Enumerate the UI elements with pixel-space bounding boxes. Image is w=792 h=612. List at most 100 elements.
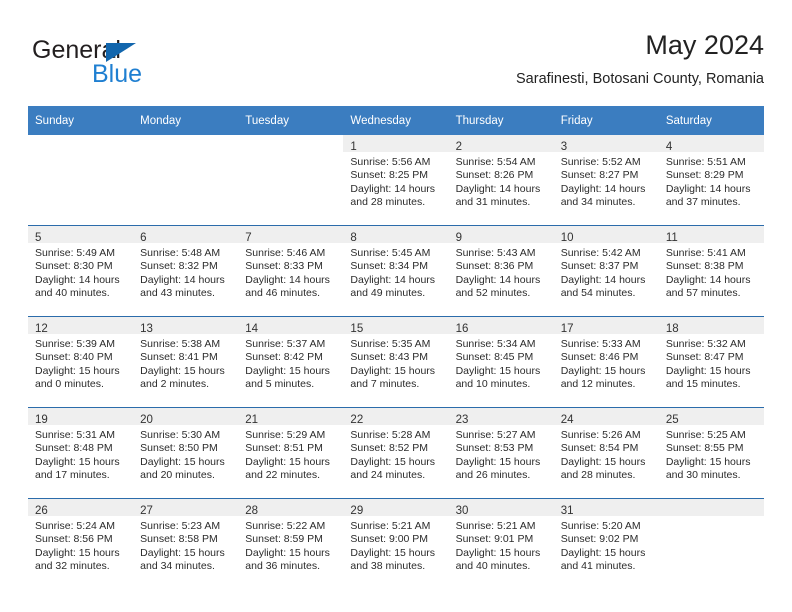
day-number-band — [238, 135, 343, 152]
sunrise-time: Sunrise: 5:34 AM — [455, 338, 536, 350]
day-details: Sunrise: 5:38 AM Sunset: 8:41 PM Daylight:… — [133, 334, 238, 392]
calendar-day-cell[interactable]: 22 Sunrise: 5:28 AM Sunset: 8:52 PM Dayligh… — [343, 407, 449, 499]
daylight-line-1: Daylight: 14 hours — [560, 273, 646, 286]
calendar-day-cell[interactable]: 14 Sunrise: 5:37 AM Sunset: 8:42 PM Dayligh… — [238, 316, 344, 408]
daylight-line-1: Daylight: 15 hours — [455, 455, 541, 468]
day-number-band: 21 — [238, 408, 344, 426]
calendar-day-cell[interactable]: 5 Sunrise: 5:49 AM Sunset: 8:30 PM Daylight… — [28, 225, 134, 317]
calendar-day-cell[interactable]: 11 Sunrise: 5:41 AM Sunset: 8:38 PM Dayligh… — [658, 225, 764, 317]
day-number-band: 3 — [553, 135, 659, 153]
sunrise-time: Sunrise: 5:31 AM — [35, 429, 115, 441]
calendar-table: Sunday Monday Tuesday Wednesday Thursday Frid… — [28, 106, 764, 589]
day-details: Sunrise: 5:54 AM Sunset: 8:26 PM Daylight:… — [449, 152, 554, 210]
calendar-day-cell[interactable]: 13 Sunrise: 5:38 AM Sunset: 8:41 PM Dayligh… — [133, 316, 239, 408]
calendar-day-cell[interactable]: 30 Sunrise: 5:21 AM Sunset: 9:01 PM Dayligh… — [448, 498, 554, 589]
daylight-line-1: Daylight: 15 hours — [140, 364, 225, 377]
calendar-day-cell[interactable]: 25 Sunrise: 5:25 AM Sunset: 8:55 PM Dayligh… — [658, 407, 764, 499]
sunset-time: Sunset: 8:59 PM — [245, 533, 323, 546]
daylight-line-1: Daylight: 14 hours — [455, 273, 541, 286]
day-number-band: 28 — [238, 499, 344, 517]
day-number-band: 11 — [658, 226, 764, 244]
calendar-day-cell[interactable]: 18 Sunrise: 5:32 AM Sunset: 8:47 PM Dayligh… — [658, 316, 764, 408]
calendar-week-row: 1 Sunrise: 5:56 AM Sunset: 8:25 PM Daylight… — [28, 135, 764, 226]
daylight-line-1: Daylight: 15 hours — [35, 546, 120, 559]
daylight-line-2: and 54 minutes. — [560, 287, 636, 300]
sunrise-time: Sunrise: 5:26 AM — [560, 429, 641, 441]
daylight-line-2: and 41 minutes. — [560, 560, 636, 573]
calendar-day-cell[interactable]: 15 Sunrise: 5:35 AM Sunset: 8:43 PM Dayligh… — [343, 316, 449, 408]
sunset-time: Sunset: 8:51 PM — [245, 442, 323, 455]
daylight-line-2: and 17 minutes. — [35, 469, 110, 482]
daylight-line-1: Daylight: 14 hours — [350, 273, 436, 286]
sunrise-time: Sunrise: 5:52 AM — [560, 156, 641, 168]
calendar-day-cell[interactable]: 21 Sunrise: 5:29 AM Sunset: 8:51 PM Dayligh… — [238, 407, 344, 499]
day-number-band: 6 — [133, 226, 239, 244]
logo-text-blue: Blue — [92, 60, 143, 88]
day-number: 23 — [455, 414, 469, 426]
calendar-day-cell[interactable]: 12 Sunrise: 5:39 AM Sunset: 8:40 PM Dayligh… — [28, 316, 134, 408]
day-details: Sunrise: 5:37 AM Sunset: 8:42 PM Daylight:… — [238, 334, 343, 392]
sunset-time: Sunset: 8:41 PM — [140, 351, 218, 364]
calendar-day-cell[interactable]: 8 Sunrise: 5:45 AM Sunset: 8:34 PM Daylight… — [343, 225, 449, 317]
calendar-day-cell[interactable]: 16 Sunrise: 5:34 AM Sunset: 8:45 PM Dayligh… — [448, 316, 554, 408]
day-details: Sunrise: 5:45 AM Sunset: 8:34 PM Daylight:… — [343, 243, 448, 301]
daylight-line-1: Daylight: 15 hours — [245, 455, 330, 468]
calendar-day-cell[interactable]: 4 Sunrise: 5:51 AM Sunset: 8:29 PM Daylight… — [658, 135, 764, 226]
calendar-day-cell[interactable]: 6 Sunrise: 5:48 AM Sunset: 8:32 PM Daylight… — [133, 225, 239, 317]
day-number-band: 8 — [343, 226, 449, 244]
calendar-day-cell[interactable]: 31 Sunrise: 5:20 AM Sunset: 9:02 PM Dayligh… — [553, 498, 659, 589]
calendar-day-cell[interactable]: 2 Sunrise: 5:54 AM Sunset: 8:26 PM Daylight… — [448, 135, 554, 226]
day-number: 21 — [245, 414, 259, 426]
calendar-day-cell[interactable]: 3 Sunrise: 5:52 AM Sunset: 8:27 PM Daylight… — [553, 135, 659, 226]
sunset-time: Sunset: 8:34 PM — [350, 260, 429, 273]
calendar-week-row: 26 Sunrise: 5:24 AM Sunset: 8:56 PM Dayligh… — [28, 498, 764, 589]
sunrise-time: Sunrise: 5:27 AM — [455, 429, 536, 441]
daylight-line-2: and 43 minutes. — [140, 287, 215, 300]
calendar-day-cell[interactable]: 28 Sunrise: 5:22 AM Sunset: 8:59 PM Dayligh… — [238, 498, 344, 589]
calendar-day-cell[interactable]: 24 Sunrise: 5:26 AM Sunset: 8:54 PM Dayligh… — [553, 407, 659, 499]
sunrise-time: Sunrise: 5:20 AM — [560, 520, 641, 532]
sunrise-time: Sunrise: 5:29 AM — [245, 429, 326, 441]
calendar-day-cell[interactable]: 20 Sunrise: 5:30 AM Sunset: 8:50 PM Dayligh… — [133, 407, 239, 499]
calendar-day-cell[interactable]: 9 Sunrise: 5:43 AM Sunset: 8:36 PM Daylight… — [448, 225, 554, 317]
sunset-time: Sunset: 8:32 PM — [140, 260, 218, 273]
daylight-line-1: Daylight: 14 hours — [665, 182, 751, 195]
daylight-line-2: and 12 minutes. — [560, 378, 636, 391]
day-number: 22 — [350, 414, 364, 426]
calendar-day-cell[interactable]: 26 Sunrise: 5:24 AM Sunset: 8:56 PM Dayligh… — [28, 498, 134, 589]
sunset-time: Sunset: 8:38 PM — [665, 260, 744, 273]
day-number-band: 4 — [658, 135, 764, 153]
calendar-day-cell[interactable]: 10 Sunrise: 5:42 AM Sunset: 8:37 PM Dayligh… — [553, 225, 659, 317]
sunrise-time: Sunrise: 5:33 AM — [560, 338, 641, 350]
sunrise-time: Sunrise: 5:25 AM — [665, 429, 746, 441]
daylight-line-2: and 10 minutes. — [455, 378, 531, 391]
calendar-day-cell[interactable]: 17 Sunrise: 5:33 AM Sunset: 8:46 PM Dayligh… — [553, 316, 659, 408]
sunrise-time: Sunrise: 5:49 AM — [35, 247, 115, 259]
day-number-band: 9 — [448, 226, 554, 244]
day-number-band: 16 — [448, 317, 554, 335]
sunrise-time: Sunrise: 5:39 AM — [35, 338, 115, 350]
day-details — [28, 152, 133, 156]
daylight-line-1: Daylight: 15 hours — [350, 546, 436, 559]
daylight-line-1: Daylight: 15 hours — [245, 546, 330, 559]
calendar-day-cell[interactable]: 7 Sunrise: 5:46 AM Sunset: 8:33 PM Daylight… — [238, 225, 344, 317]
calendar-day-cell[interactable]: 1 Sunrise: 5:56 AM Sunset: 8:25 PM Daylight… — [343, 135, 449, 226]
sunrise-time: Sunrise: 5:32 AM — [665, 338, 746, 350]
day-details: Sunrise: 5:56 AM Sunset: 8:25 PM Daylight:… — [343, 152, 448, 210]
calendar-day-cell-empty — [28, 135, 133, 226]
calendar-day-cell[interactable]: 29 Sunrise: 5:21 AM Sunset: 9:00 PM Dayligh… — [343, 498, 449, 589]
day-details: Sunrise: 5:29 AM Sunset: 8:51 PM Daylight:… — [238, 425, 343, 483]
sunset-time: Sunset: 8:56 PM — [35, 533, 113, 546]
sunrise-time: Sunrise: 5:54 AM — [455, 156, 536, 168]
daylight-line-1: Daylight: 15 hours — [35, 455, 120, 468]
day-number: 27 — [140, 505, 153, 517]
day-details: Sunrise: 5:48 AM Sunset: 8:32 PM Daylight:… — [133, 243, 238, 301]
daylight-line-1: Daylight: 15 hours — [245, 364, 330, 377]
day-number-band: 30 — [448, 499, 554, 517]
sunrise-time: Sunrise: 5:42 AM — [560, 247, 641, 259]
calendar-day-cell[interactable]: 23 Sunrise: 5:27 AM Sunset: 8:53 PM Dayligh… — [448, 407, 554, 499]
day-number: 31 — [560, 505, 574, 517]
calendar-day-cell[interactable]: 19 Sunrise: 5:31 AM Sunset: 8:48 PM Dayligh… — [28, 407, 134, 499]
daylight-line-2: and 28 minutes. — [350, 196, 426, 209]
calendar-day-cell[interactable]: 27 Sunrise: 5:23 AM Sunset: 8:58 PM Dayligh… — [133, 498, 239, 589]
